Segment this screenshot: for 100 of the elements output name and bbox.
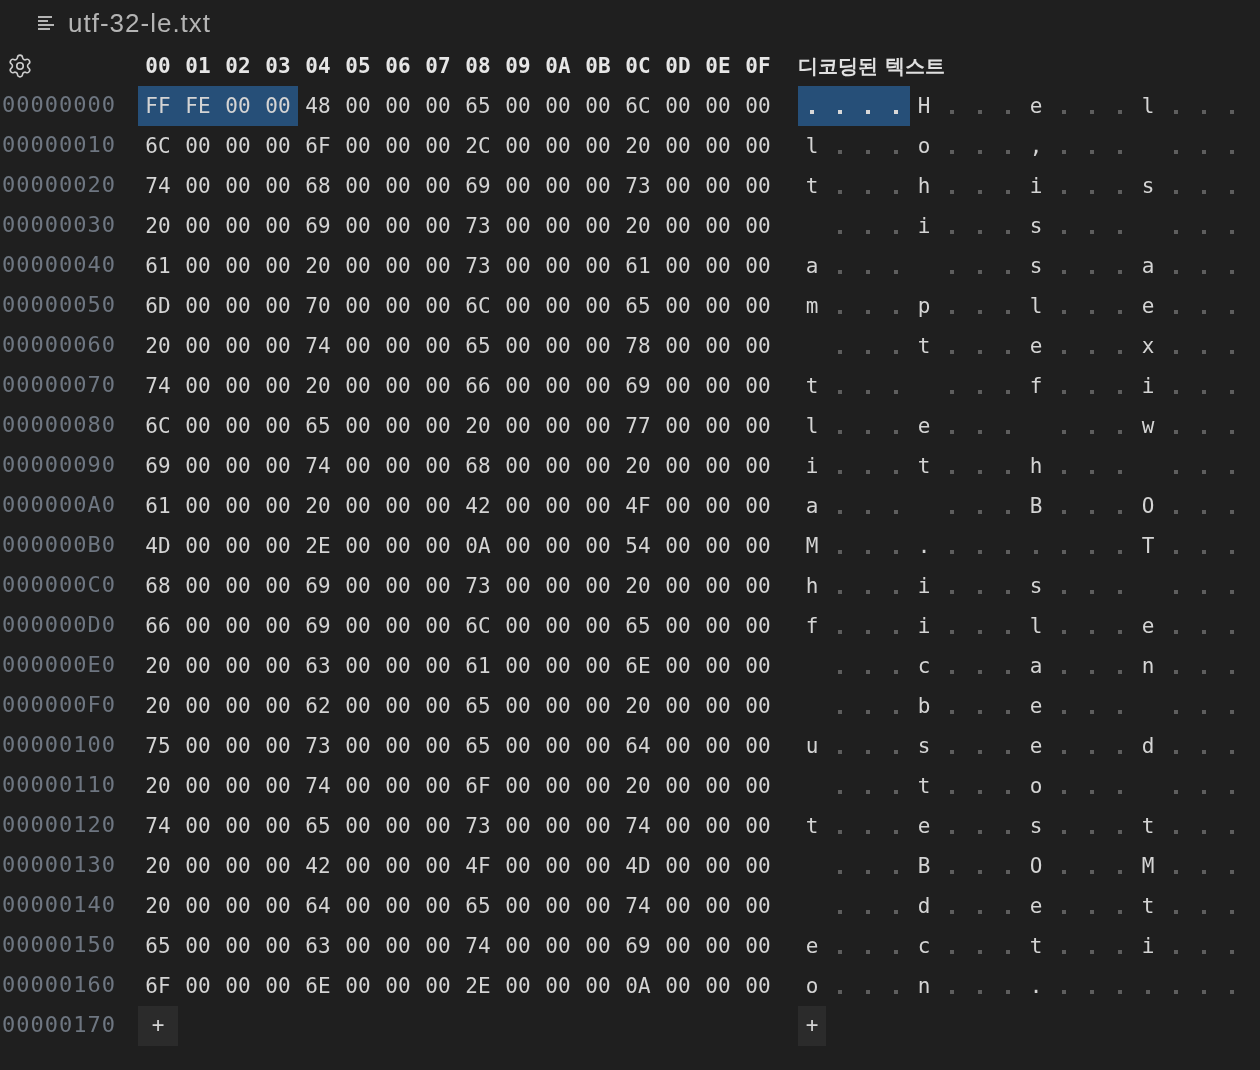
hex-byte[interactable]: 00	[585, 335, 611, 357]
hex-byte[interactable]: 00	[705, 655, 731, 677]
hex-byte[interactable]: 00	[425, 415, 451, 437]
hex-byte[interactable]: 00	[505, 895, 531, 917]
hex-byte[interactable]: 00	[545, 775, 571, 797]
hex-byte[interactable]: 74	[625, 895, 651, 917]
hex-byte[interactable]: 6C	[145, 135, 171, 157]
hex-byte[interactable]: 00	[265, 695, 291, 717]
hex-byte[interactable]: 00	[545, 135, 571, 157]
hex-byte[interactable]: 00	[745, 295, 771, 317]
hex-byte[interactable]: 00	[705, 615, 731, 637]
hex-byte[interactable]: 00	[705, 775, 731, 797]
add-char-button[interactable]: +	[798, 1006, 826, 1046]
hex-byte[interactable]: 00	[185, 335, 211, 357]
hex-byte[interactable]: 00	[585, 655, 611, 677]
hex-byte[interactable]: 00	[425, 95, 451, 117]
hex-byte[interactable]: 00	[265, 295, 291, 317]
hex-byte[interactable]: 77	[625, 415, 651, 437]
hex-byte[interactable]: 00	[665, 855, 691, 877]
hex-byte[interactable]: 00	[265, 535, 291, 557]
hex-byte[interactable]: 00	[185, 415, 211, 437]
hex-byte[interactable]: 00	[385, 615, 411, 637]
hex-byte[interactable]: 00	[225, 95, 251, 117]
hex-byte[interactable]: 00	[345, 775, 371, 797]
hex-byte[interactable]: 00	[665, 175, 691, 197]
hex-byte[interactable]: 65	[305, 415, 331, 437]
hex-byte[interactable]: 69	[305, 215, 331, 237]
hex-byte[interactable]: 00	[185, 655, 211, 677]
hex-byte[interactable]: 00	[385, 695, 411, 717]
hex-byte[interactable]: 00	[585, 255, 611, 277]
hex-byte[interactable]: 00	[665, 575, 691, 597]
hex-byte[interactable]: 00	[665, 375, 691, 397]
hex-byte[interactable]: 20	[625, 695, 651, 717]
hex-byte[interactable]: 00	[425, 935, 451, 957]
hex-byte[interactable]: 00	[345, 215, 371, 237]
hex-byte[interactable]: 00	[185, 895, 211, 917]
hex-byte[interactable]: 20	[145, 695, 171, 717]
hex-byte[interactable]: FF	[145, 95, 171, 117]
hex-byte[interactable]: 00	[705, 455, 731, 477]
hex-byte[interactable]: 69	[625, 935, 651, 957]
hex-byte[interactable]: 78	[625, 335, 651, 357]
hex-byte[interactable]: 00	[385, 495, 411, 517]
hex-byte[interactable]: 00	[345, 295, 371, 317]
hex-byte[interactable]: 00	[745, 495, 771, 517]
hex-byte[interactable]: 6E	[625, 655, 651, 677]
hex-byte[interactable]: 65	[305, 815, 331, 837]
hex-byte[interactable]: 00	[545, 615, 571, 637]
hex-byte[interactable]: 00	[225, 975, 251, 997]
hex-byte[interactable]: 48	[305, 95, 331, 117]
hex-byte[interactable]: 00	[265, 95, 291, 117]
hex-byte[interactable]: 00	[345, 535, 371, 557]
hex-byte[interactable]: 00	[425, 335, 451, 357]
hex-byte[interactable]: 00	[705, 535, 731, 557]
hex-byte[interactable]: 00	[745, 175, 771, 197]
hex-byte[interactable]: 00	[585, 215, 611, 237]
hex-byte[interactable]: 00	[425, 615, 451, 637]
hex-byte[interactable]: 00	[385, 935, 411, 957]
hex-byte[interactable]: 00	[225, 855, 251, 877]
hex-byte[interactable]: 00	[745, 135, 771, 157]
hex-byte[interactable]: 00	[345, 895, 371, 917]
hex-byte[interactable]: 00	[225, 215, 251, 237]
hex-byte[interactable]: 00	[425, 695, 451, 717]
hex-byte[interactable]: 00	[345, 935, 371, 957]
hex-byte[interactable]: 4D	[145, 535, 171, 557]
hex-byte[interactable]: 00	[745, 335, 771, 357]
hex-byte[interactable]: 00	[345, 975, 371, 997]
hex-byte[interactable]: 00	[185, 255, 211, 277]
hex-byte[interactable]: 65	[465, 95, 491, 117]
hex-byte[interactable]: 00	[425, 295, 451, 317]
hex-byte[interactable]: 00	[265, 615, 291, 637]
hex-byte[interactable]: 00	[185, 535, 211, 557]
hex-byte[interactable]: 64	[305, 895, 331, 917]
hex-byte[interactable]: 00	[505, 615, 531, 637]
hex-byte[interactable]: 00	[545, 335, 571, 357]
hex-byte[interactable]: 65	[625, 295, 651, 317]
hex-byte[interactable]: 00	[385, 535, 411, 557]
hex-byte[interactable]: 00	[425, 775, 451, 797]
hex-byte[interactable]: 00	[385, 735, 411, 757]
hex-byte[interactable]: 00	[505, 855, 531, 877]
hex-byte[interactable]: 00	[705, 375, 731, 397]
hex-byte[interactable]: 00	[705, 815, 731, 837]
hex-byte[interactable]: 00	[385, 415, 411, 437]
hex-byte[interactable]: 00	[745, 255, 771, 277]
hex-byte[interactable]: 00	[665, 975, 691, 997]
hex-byte[interactable]: 00	[345, 335, 371, 357]
hex-byte[interactable]: 00	[185, 175, 211, 197]
hex-byte[interactable]: 74	[305, 775, 331, 797]
hex-byte[interactable]: 6C	[625, 95, 651, 117]
hex-byte[interactable]: 42	[465, 495, 491, 517]
hex-byte[interactable]: 00	[545, 655, 571, 677]
hex-byte[interactable]: 00	[665, 415, 691, 437]
hex-byte[interactable]: 00	[585, 455, 611, 477]
hex-byte[interactable]: 00	[505, 415, 531, 437]
hex-byte[interactable]: 00	[545, 815, 571, 837]
hex-byte[interactable]: 00	[505, 495, 531, 517]
hex-byte[interactable]: 00	[505, 95, 531, 117]
hex-byte[interactable]: 00	[385, 775, 411, 797]
hex-byte[interactable]: 00	[265, 335, 291, 357]
hex-byte[interactable]: 00	[665, 255, 691, 277]
hex-byte[interactable]: 00	[745, 895, 771, 917]
